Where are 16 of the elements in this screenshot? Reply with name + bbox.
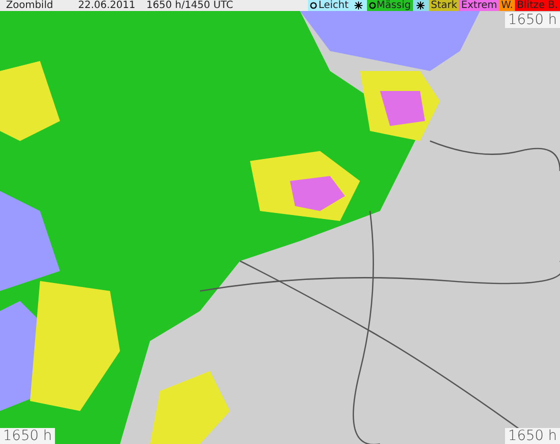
legend-item: Blitze B. — [515, 0, 560, 11]
map-time: 1650 h/1450 UTC — [145, 0, 234, 11]
circle-icon — [368, 2, 376, 9]
circle-icon — [310, 2, 318, 9]
time-stamp: 1650 h — [0, 428, 55, 444]
legend-item: W. — [499, 0, 516, 11]
legend-item: Leicht — [308, 0, 351, 11]
legend-item: Mässig — [366, 0, 413, 11]
snowflake-icon — [416, 1, 425, 10]
legend-item: Extrem — [459, 0, 500, 11]
map-title: Zoombild — [5, 0, 54, 11]
legend-item: Stark — [428, 0, 460, 11]
snowflake-icon — [354, 1, 363, 10]
time-stamp: 1650 h — [505, 428, 560, 444]
time-stamp: 1650 h — [505, 12, 560, 28]
map-date: 22.06.2011 — [77, 0, 136, 11]
